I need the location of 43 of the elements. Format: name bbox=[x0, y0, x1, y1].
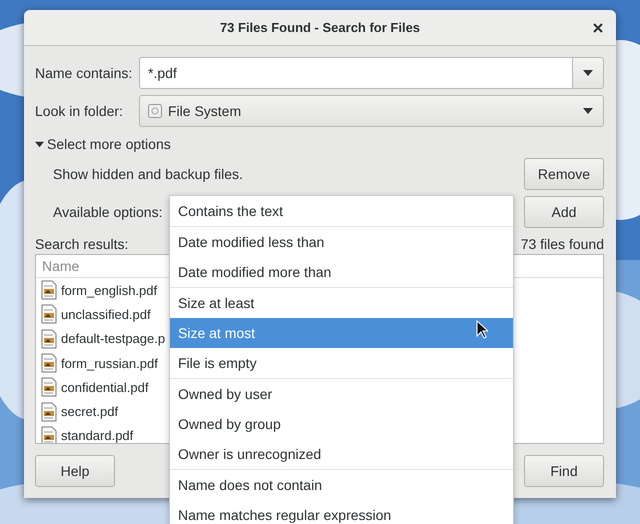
caret-icon bbox=[35, 140, 44, 148]
file-name[interactable]: default-testpage.p bbox=[61, 331, 166, 346]
name-field[interactable]: *.pdf bbox=[139, 57, 572, 89]
results-label: Search results: bbox=[35, 236, 128, 252]
option-button[interactable]: Add bbox=[524, 196, 604, 228]
option-label: Available options: bbox=[53, 204, 162, 220]
caret-icon bbox=[583, 108, 593, 114]
pointer-icon bbox=[476, 320, 488, 339]
drive-icon bbox=[148, 104, 162, 118]
field-label: Look in folder: bbox=[35, 103, 124, 119]
document-icon bbox=[41, 377, 57, 398]
file-name[interactable]: form_russian.pdf bbox=[61, 356, 158, 371]
menu-item[interactable]: Contains the text bbox=[170, 196, 513, 226]
menu-item[interactable]: Name matches regular expression bbox=[170, 500, 513, 524]
document-icon bbox=[41, 328, 57, 349]
window-title: 73 Files Found - Search for Files bbox=[220, 20, 420, 35]
dialog-button[interactable]: Help bbox=[35, 455, 115, 487]
dialog-button[interactable]: Find bbox=[524, 455, 604, 487]
options-expander[interactable]: Select more options bbox=[35, 133, 171, 155]
menu-item[interactable]: Size at least bbox=[170, 288, 513, 318]
option-label: Show hidden and backup files. bbox=[53, 166, 243, 182]
file-name[interactable]: standard.pdf bbox=[61, 428, 134, 443]
menu-item[interactable]: Owned by user bbox=[170, 379, 513, 409]
menu-item[interactable]: Date modified less than bbox=[170, 227, 513, 257]
document-icon bbox=[41, 402, 57, 422]
menu-item[interactable]: Name does not contain bbox=[170, 470, 513, 500]
menu-item[interactable]: File is empty bbox=[170, 348, 513, 378]
dropdown-button[interactable] bbox=[572, 57, 604, 89]
caret-icon bbox=[583, 70, 593, 76]
menu-item[interactable]: Owned by group bbox=[170, 409, 513, 439]
menu-item[interactable]: Owner is unrecognized bbox=[170, 439, 513, 469]
document-icon bbox=[41, 353, 57, 374]
file-name[interactable]: confidential.pdf bbox=[61, 380, 148, 395]
file-name[interactable]: form_english.pdf bbox=[61, 282, 158, 298]
document-icon bbox=[41, 304, 57, 324]
field-label: Name contains: bbox=[35, 65, 134, 81]
results-count: 73 files found bbox=[520, 236, 604, 252]
option-button[interactable]: Remove bbox=[524, 158, 604, 190]
file-name[interactable]: unclassified.pdf bbox=[61, 306, 151, 322]
folder-combo[interactable]: File System bbox=[139, 95, 604, 127]
file-name[interactable]: secret.pdf bbox=[61, 404, 118, 420]
document-icon bbox=[41, 280, 57, 300]
menu-item[interactable]: Date modified more than bbox=[170, 257, 513, 287]
